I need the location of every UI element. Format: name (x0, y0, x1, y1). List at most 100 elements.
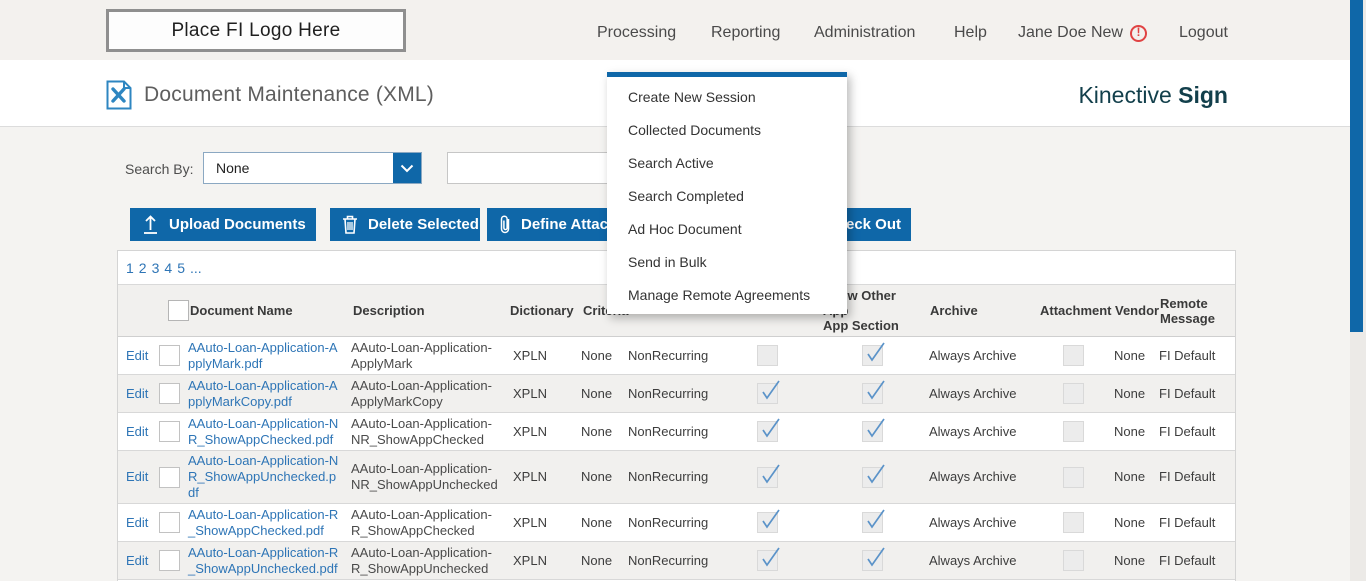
show-other-app-checkbox[interactable] (862, 512, 883, 533)
flag1-checkbox[interactable] (757, 512, 778, 533)
document-name-link[interactable]: AAuto-Loan-Application-NR_ShowAppUncheck… (188, 453, 341, 501)
attachment-checkbox[interactable] (1063, 467, 1084, 488)
menu-item-create-new-session[interactable]: Create New Session (607, 81, 847, 114)
check-icon (758, 545, 782, 569)
show-other-app-cell (793, 542, 926, 579)
edit-link[interactable]: Edit (126, 469, 148, 485)
document-name-link[interactable]: AAuto-Loan-Application-ApplyMarkCopy.pdf (188, 378, 341, 410)
attachment-checkbox[interactable] (1063, 421, 1084, 442)
attachment-checkbox[interactable] (1063, 383, 1084, 404)
upload-documents-button[interactable]: Upload Documents (130, 208, 316, 241)
attachment-cell (1036, 337, 1111, 374)
vertical-scrollbar[interactable] (1350, 0, 1366, 581)
row-checkbox[interactable] (159, 550, 180, 571)
document-name-link[interactable]: AAuto-Loan-Application-R_ShowAppUnchecke… (188, 545, 341, 577)
show-other-app-cell (793, 413, 926, 450)
delete-selected-button[interactable]: Delete Selected (330, 208, 480, 241)
page-link[interactable]: 1 (126, 260, 134, 276)
description-cell: AAuto-Loan-Application-ApplyMark (349, 337, 506, 374)
flag1-checkbox[interactable] (757, 345, 778, 366)
flag1-checkbox[interactable] (757, 550, 778, 571)
check-icon (863, 378, 887, 402)
menu-item-manage-remote-agreements[interactable]: Manage Remote Agreements (607, 279, 847, 312)
scrollbar-thumb[interactable] (1350, 0, 1363, 332)
nav-reporting[interactable]: Reporting (711, 24, 780, 42)
show-other-app-checkbox[interactable] (862, 467, 883, 488)
menu-item-search-active[interactable]: Search Active (607, 147, 847, 180)
page-link[interactable]: 3 (152, 260, 160, 276)
nav-processing[interactable]: Processing (597, 24, 676, 42)
archive-cell: Always Archive (926, 504, 1036, 541)
check-icon (758, 416, 782, 440)
col-description[interactable]: Description (349, 285, 506, 336)
show-other-app-checkbox[interactable] (862, 421, 883, 442)
menu-item-send-in-bulk[interactable]: Send in Bulk (607, 246, 847, 279)
flag1-checkbox[interactable] (757, 467, 778, 488)
dictionary-cell: XPLN (506, 504, 579, 541)
col-archive[interactable]: Archive (926, 285, 1036, 336)
check-icon (863, 545, 887, 569)
edit-link[interactable]: Edit (126, 386, 148, 402)
row-checkbox[interactable] (159, 512, 180, 533)
col-dictionary[interactable]: Dictionary (506, 285, 579, 336)
archive-cell: Always Archive (926, 451, 1036, 503)
show-other-app-cell (793, 337, 926, 374)
document-name-link[interactable]: AAuto-Loan-Application-ApplyMark.pdf (188, 340, 341, 372)
search-by-select[interactable]: None (203, 152, 422, 184)
upload-icon (142, 215, 159, 234)
archive-cell: Always Archive (926, 413, 1036, 450)
page-link[interactable]: 5 (177, 260, 185, 276)
table-row: Edit AAuto-Loan-Application-ApplyMarkCopy… (118, 375, 1235, 413)
attachment-checkbox[interactable] (1063, 550, 1084, 571)
col-remote-message[interactable]: Remote Message (1156, 285, 1237, 336)
col-vendor[interactable]: Vendor (1111, 285, 1156, 336)
document-name-cell: AAuto-Loan-Application-R_ShowAppChecked.… (186, 504, 349, 541)
show-other-app-checkbox[interactable] (862, 345, 883, 366)
nav-help[interactable]: Help (954, 24, 987, 42)
col-document-name[interactable]: Document Name (186, 285, 349, 336)
menu-item-ad-hoc-document[interactable]: Ad Hoc Document (607, 213, 847, 246)
flag1-cell (741, 337, 793, 374)
edit-link[interactable]: Edit (126, 424, 148, 440)
attachment-checkbox[interactable] (1063, 512, 1084, 533)
recurring-cell: NonRecurring (626, 413, 741, 450)
document-name-link[interactable]: AAuto-Loan-Application-NR_ShowAppChecked… (188, 416, 341, 448)
row-checkbox[interactable] (159, 345, 180, 366)
edit-link[interactable]: Edit (126, 553, 148, 569)
row-select-cell (153, 375, 186, 412)
edit-link[interactable]: Edit (126, 348, 148, 364)
criteria-cell: None (579, 451, 626, 503)
row-checkbox[interactable] (159, 383, 180, 404)
attachment-checkbox[interactable] (1063, 345, 1084, 366)
row-checkbox[interactable] (159, 421, 180, 442)
document-name-cell: AAuto-Loan-Application-ApplyMark.pdf (186, 337, 349, 374)
flag1-cell (741, 451, 793, 503)
menu-item-search-completed[interactable]: Search Completed (607, 180, 847, 213)
recurring-cell: NonRecurring (626, 337, 741, 374)
menu-item-collected-documents[interactable]: Collected Documents (607, 114, 847, 147)
show-other-app-cell (793, 504, 926, 541)
flag1-checkbox[interactable] (757, 421, 778, 442)
nav-administration[interactable]: Administration (814, 24, 915, 42)
chevron-down-icon[interactable] (393, 153, 421, 183)
criteria-cell: None (579, 337, 626, 374)
edit-link[interactable]: Edit (126, 515, 148, 531)
document-name-link[interactable]: AAuto-Loan-Application-R_ShowAppChecked.… (188, 507, 341, 539)
show-other-app-checkbox[interactable] (862, 383, 883, 404)
page-link[interactable]: ... (190, 260, 202, 276)
check-icon (863, 340, 887, 364)
show-other-app-checkbox[interactable] (862, 550, 883, 571)
row-select-cell (153, 413, 186, 450)
dictionary-cell: XPLN (506, 413, 579, 450)
col-remote-line2: Message (1160, 311, 1235, 326)
nav-logout[interactable]: Logout (1179, 24, 1228, 42)
check-icon (863, 507, 887, 531)
nav-user[interactable]: Jane Doe New (1018, 24, 1147, 42)
dictionary-cell: XPLN (506, 375, 579, 412)
row-checkbox[interactable] (159, 467, 180, 488)
recurring-cell: NonRecurring (626, 504, 741, 541)
col-attachment[interactable]: Attachment (1036, 285, 1111, 336)
page-link[interactable]: 4 (164, 260, 172, 276)
page-link[interactable]: 2 (139, 260, 147, 276)
flag1-checkbox[interactable] (757, 383, 778, 404)
